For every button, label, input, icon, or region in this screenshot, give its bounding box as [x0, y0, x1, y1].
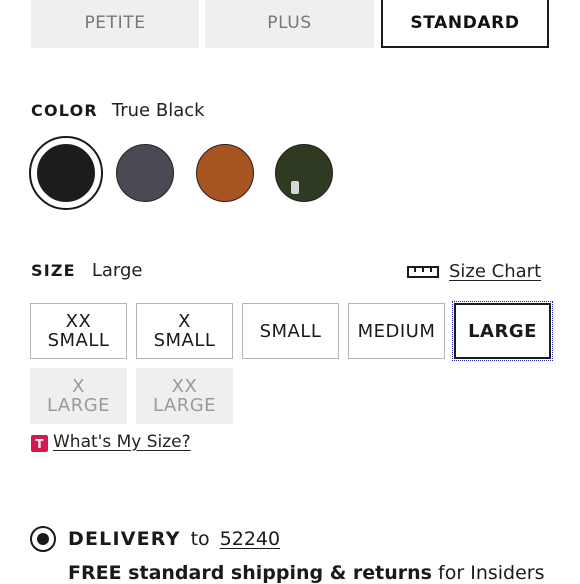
- t-brand-icon: T: [31, 435, 48, 452]
- delivery-radio[interactable]: [30, 526, 56, 552]
- size-button-x-small[interactable]: X SMALL: [136, 303, 233, 359]
- swatch-cognac[interactable]: [196, 144, 254, 202]
- size-button-x-large[interactable]: X LARGE: [30, 368, 127, 424]
- delivery-to: to: [190, 528, 210, 550]
- size-button-xx-large[interactable]: XX LARGE: [136, 368, 233, 424]
- size-line1: X: [72, 376, 85, 397]
- fit-tab-label: STANDARD: [410, 13, 520, 33]
- size-heading: SIZE Large: [31, 260, 142, 281]
- ruler-icon: [407, 265, 439, 278]
- size-line1: LARGE: [468, 320, 537, 342]
- size-button-large[interactable]: LARGE: [452, 301, 553, 361]
- size-button-medium[interactable]: MEDIUM: [348, 303, 445, 359]
- color-selected-value: True Black: [111, 100, 205, 121]
- size-button-small[interactable]: SMALL: [242, 303, 339, 359]
- size-line1: XX: [65, 311, 92, 332]
- size-line1: XX: [171, 376, 198, 397]
- fit-tab-label: PLUS: [267, 13, 312, 33]
- fit-tab-plus[interactable]: PLUS: [205, 0, 374, 48]
- size-line1: X: [178, 311, 191, 332]
- size-label: SIZE: [31, 261, 76, 280]
- swatch-true-black[interactable]: [37, 144, 95, 202]
- size-line2: LARGE: [152, 395, 217, 416]
- fit-tab-petite[interactable]: PETITE: [31, 0, 199, 48]
- zipper-pull-icon: [291, 181, 299, 194]
- swatch-charcoal[interactable]: [116, 144, 174, 202]
- badge-letter: T: [35, 436, 44, 451]
- size-selected-value: Large: [91, 260, 143, 281]
- shipping-rest: for Insiders: [438, 562, 545, 584]
- size-chart-label: Size Chart: [449, 261, 542, 282]
- swatch-olive[interactable]: [275, 144, 333, 202]
- shipping-text: FREE standard shipping & returns for Ins…: [68, 562, 545, 584]
- fit-tab-label: PETITE: [84, 13, 146, 33]
- color-heading: COLOR True Black: [31, 100, 205, 121]
- delivery-heading: DELIVERY to 52240: [68, 528, 280, 550]
- radio-dot-icon: [37, 533, 49, 545]
- size-button-xx-small[interactable]: XX SMALL: [30, 303, 127, 359]
- size-chart-link[interactable]: Size Chart: [407, 261, 541, 282]
- delivery-label: DELIVERY: [68, 528, 181, 550]
- size-line2: LARGE: [46, 395, 111, 416]
- whats-my-size-link[interactable]: What's My Size?: [53, 432, 191, 452]
- delivery-zip-link[interactable]: 52240: [220, 528, 280, 550]
- size-line2: SMALL: [47, 330, 110, 351]
- color-label: COLOR: [31, 101, 98, 120]
- shipping-bold: FREE standard shipping & returns: [68, 562, 432, 584]
- size-line1: SMALL: [259, 320, 322, 342]
- fit-tab-standard[interactable]: STANDARD: [381, 0, 549, 48]
- size-line2: SMALL: [153, 330, 216, 351]
- size-line1: MEDIUM: [357, 320, 436, 342]
